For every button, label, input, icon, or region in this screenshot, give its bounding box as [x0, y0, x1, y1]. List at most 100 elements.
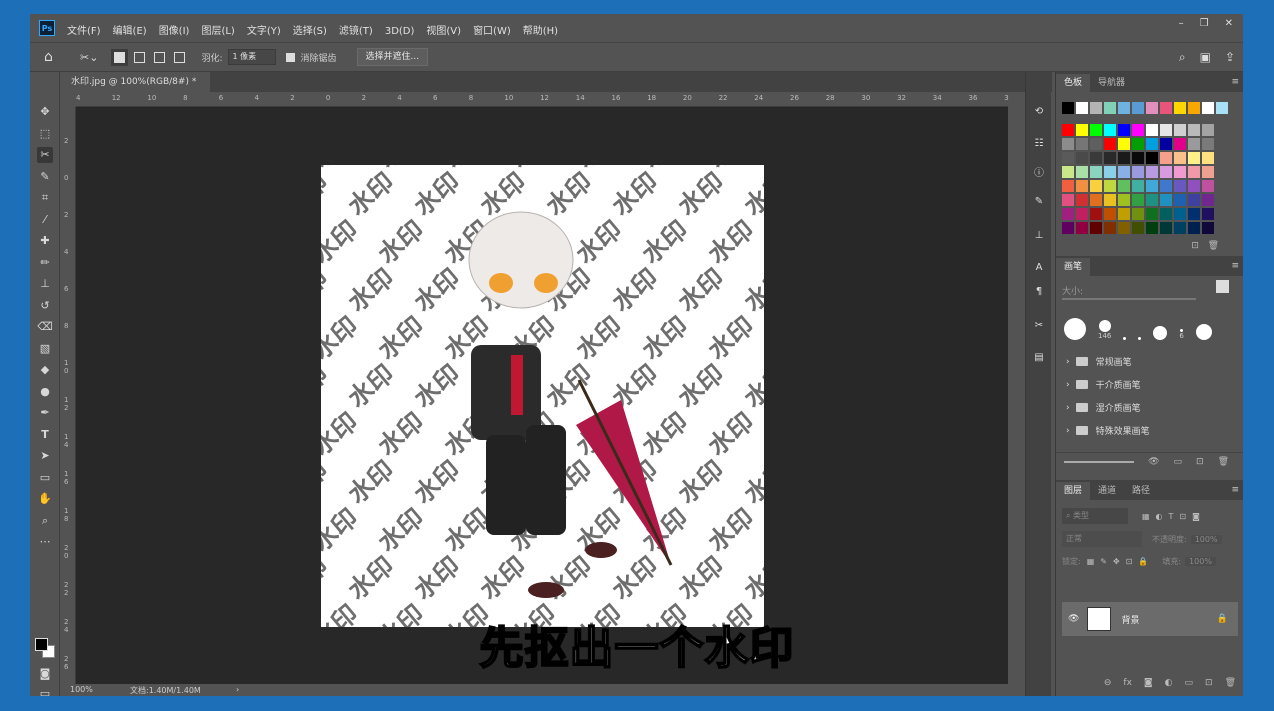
delete-brush-icon[interactable]: 🗑: [1218, 457, 1229, 467]
color-swatch[interactable]: [1104, 194, 1116, 206]
color-swatch[interactable]: [1118, 208, 1130, 220]
brush-preset[interactable]: [1064, 318, 1086, 340]
brush-folder[interactable]: › 常规画笔: [1056, 350, 1243, 373]
color-swatch[interactable]: [1132, 208, 1144, 220]
character-icon[interactable]: A: [1032, 262, 1046, 276]
color-swatch[interactable]: [1160, 166, 1172, 178]
history-icon[interactable]: ⟲: [1032, 106, 1046, 120]
color-swatch[interactable]: [1118, 166, 1130, 178]
menu-item-4[interactable]: 文字(Y): [247, 26, 281, 37]
clone-source-icon[interactable]: ⊥: [1032, 230, 1046, 244]
fill-input[interactable]: 100%: [1185, 556, 1216, 566]
color-swatch[interactable]: [1090, 124, 1102, 136]
color-swatch[interactable]: [1132, 152, 1144, 164]
tab-swatches[interactable]: 色板: [1056, 74, 1091, 92]
color-swatch[interactable]: [1174, 166, 1186, 178]
libraries-icon[interactable]: ☷: [1032, 138, 1046, 152]
menu-item-8[interactable]: 视图(V): [426, 26, 461, 37]
color-swatch[interactable]: [1062, 166, 1074, 178]
color-swatch[interactable]: [1202, 222, 1214, 234]
color-swatch[interactable]: [1132, 194, 1144, 206]
color-swatch[interactable]: [1146, 222, 1158, 234]
color-swatch[interactable]: [1118, 138, 1130, 150]
document-tab[interactable]: 水印.jpg @ 100%(RGB/8#) * ×: [62, 72, 210, 107]
brush-tool-icon[interactable]: ✏: [37, 255, 53, 271]
color-swatch[interactable]: [1202, 102, 1214, 114]
screen-mode-icon[interactable]: ▭: [37, 686, 53, 696]
color-swatch[interactable]: [1076, 208, 1088, 220]
new-layer-icon[interactable]: ⊡: [1205, 678, 1213, 696]
color-swatch[interactable]: [1174, 194, 1186, 206]
new-brush-preset-icon[interactable]: ⊡: [1196, 457, 1204, 467]
foreground-color-swatch[interactable]: [35, 638, 48, 651]
color-swatch[interactable]: [1188, 138, 1200, 150]
color-swatch[interactable]: [1188, 194, 1200, 206]
paragraph-icon[interactable]: ¶: [1032, 286, 1046, 300]
healing-brush-tool-icon[interactable]: ✚: [37, 233, 53, 249]
color-swatch[interactable]: [1188, 180, 1200, 192]
brush-preset[interactable]: [1138, 337, 1142, 340]
new-group-icon[interactable]: ▭: [1185, 678, 1194, 696]
color-swatch[interactable]: [1146, 166, 1158, 178]
zoom-level[interactable]: 100%: [70, 685, 93, 694]
color-swatch[interactable]: [1090, 102, 1102, 114]
chevron-right-icon[interactable]: ›: [1066, 426, 1070, 436]
eyedropper-tool-icon[interactable]: ⁄: [37, 212, 53, 228]
crop-tool-icon[interactable]: ⌗: [37, 190, 53, 206]
color-swatch[interactable]: [1146, 152, 1158, 164]
color-swatch[interactable]: [1174, 102, 1186, 114]
color-swatch[interactable]: [1188, 102, 1200, 114]
color-swatch[interactable]: [1118, 222, 1130, 234]
color-swatch[interactable]: [1160, 180, 1172, 192]
move-tool-icon[interactable]: ✥: [37, 104, 53, 120]
blur-tool-icon[interactable]: ◆: [37, 362, 53, 378]
status-arrow-icon[interactable]: ›: [236, 685, 239, 694]
zoom-tool-icon[interactable]: ⌕: [37, 513, 53, 529]
color-swatch[interactable]: [1160, 152, 1172, 164]
menu-item-6[interactable]: 滤镜(T): [339, 26, 373, 37]
color-swatch[interactable]: [1188, 222, 1200, 234]
close-icon[interactable]: ✕: [1225, 18, 1233, 29]
color-swatch[interactable]: [1076, 138, 1088, 150]
new-folder-icon[interactable]: ▭: [1174, 457, 1183, 467]
color-swatch[interactable]: [1202, 194, 1214, 206]
layer-filter-select[interactable]: ⌕ 类型: [1062, 508, 1128, 524]
color-swatch[interactable]: [1062, 208, 1074, 220]
color-swatch[interactable]: [1076, 180, 1088, 192]
color-swatch[interactable]: [1132, 166, 1144, 178]
more-tools-icon[interactable]: ⋯: [37, 534, 53, 550]
color-swatch[interactable]: [1062, 102, 1074, 114]
color-swatch[interactable]: [1076, 124, 1088, 136]
pen-tool-icon[interactable]: ✒: [37, 405, 53, 421]
color-swatch[interactable]: [1090, 208, 1102, 220]
path-selection-tool-icon[interactable]: ➤: [37, 448, 53, 464]
panel-menu-icon[interactable]: ≡: [1231, 485, 1239, 495]
color-swatch[interactable]: [1090, 180, 1102, 192]
color-swatch[interactable]: [1202, 124, 1214, 136]
color-swatch[interactable]: [1146, 180, 1158, 192]
fx-icon[interactable]: fx: [1123, 678, 1132, 696]
gradient-tool-icon[interactable]: ▧: [37, 341, 53, 357]
color-swatch[interactable]: [1174, 180, 1186, 192]
hand-tool-icon[interactable]: ✋: [37, 491, 53, 507]
color-swatch[interactable]: [1216, 102, 1228, 114]
color-swatch[interactable]: [1146, 138, 1158, 150]
polygonal-lasso-tool-icon[interactable]: ✂: [37, 147, 53, 163]
document-canvas[interactable]: 水印 水印 水印 水印 水印 水印 水印 水印 水印 水印 水印 水印 水印 水印 水印 水印 水印 水印 水印 水印…: [321, 165, 764, 627]
brush-folder[interactable]: › 湿介质画笔: [1056, 396, 1243, 419]
color-swatch[interactable]: [1090, 138, 1102, 150]
share-icon[interactable]: ⇪: [1225, 50, 1235, 65]
color-swatch[interactable]: [1132, 124, 1144, 136]
tools-presets-icon[interactable]: ✂: [1032, 320, 1046, 334]
color-swatch[interactable]: [1146, 124, 1158, 136]
filter-icons[interactable]: ▦◐T⊡◙: [1142, 512, 1206, 521]
brush-preset[interactable]: [1153, 326, 1168, 340]
color-swatch[interactable]: [1132, 222, 1144, 234]
color-swatch[interactable]: [1076, 152, 1088, 164]
color-swatch[interactable]: [1174, 138, 1186, 150]
color-swatch[interactable]: [1104, 124, 1116, 136]
color-swatch[interactable]: [1188, 208, 1200, 220]
restore-icon[interactable]: ❐: [1200, 18, 1209, 29]
brush-folder[interactable]: › 干介质画笔: [1056, 373, 1243, 396]
shape-tool-icon[interactable]: ▭: [37, 470, 53, 486]
